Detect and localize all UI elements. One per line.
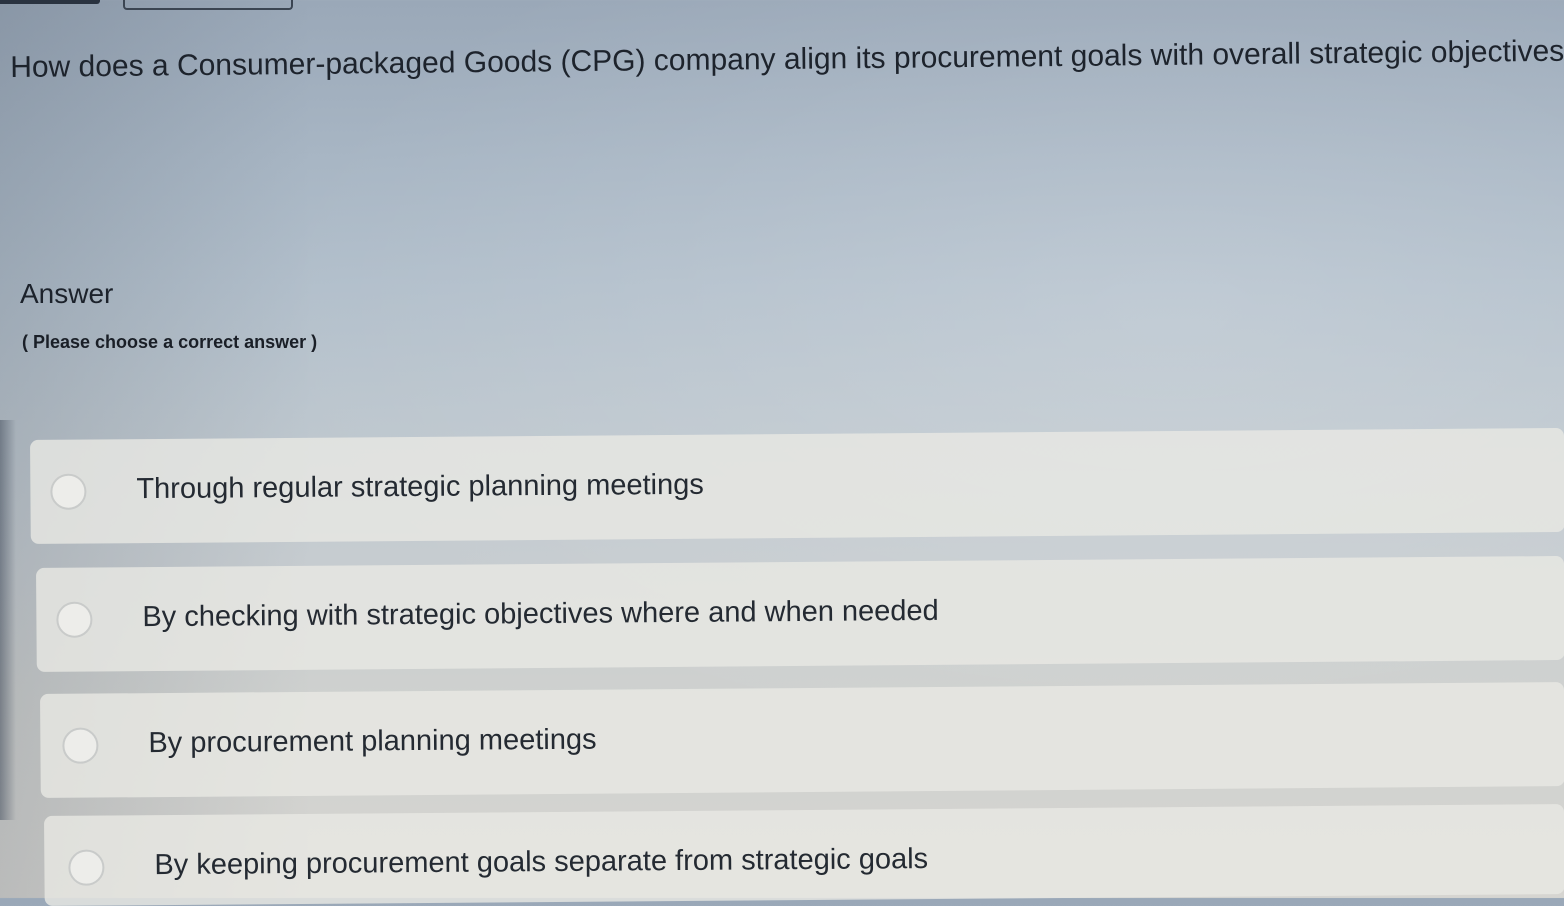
answer-option-label: By checking with strategic objectives wh… bbox=[142, 594, 939, 634]
answer-option-label: Through regular strategic planning meeti… bbox=[136, 468, 704, 506]
radio-button-icon[interactable] bbox=[56, 601, 93, 638]
answer-option-label: By keeping procurement goals separate fr… bbox=[154, 843, 929, 882]
answer-option-3[interactable]: By procurement planning meetings bbox=[40, 682, 1564, 798]
answer-options: Through regular strategic planning meeti… bbox=[0, 0, 1564, 906]
answer-option-2[interactable]: By checking with strategic objectives wh… bbox=[36, 555, 1564, 672]
answer-option-1[interactable]: Through regular strategic planning meeti… bbox=[30, 427, 1564, 544]
radio-button-icon[interactable] bbox=[68, 849, 105, 886]
answer-option-4[interactable]: By keeping procurement goals separate fr… bbox=[44, 804, 1564, 906]
answer-option-label: By procurement planning meetings bbox=[148, 723, 597, 760]
radio-button-icon[interactable] bbox=[62, 727, 99, 764]
radio-button-icon[interactable] bbox=[50, 473, 87, 510]
